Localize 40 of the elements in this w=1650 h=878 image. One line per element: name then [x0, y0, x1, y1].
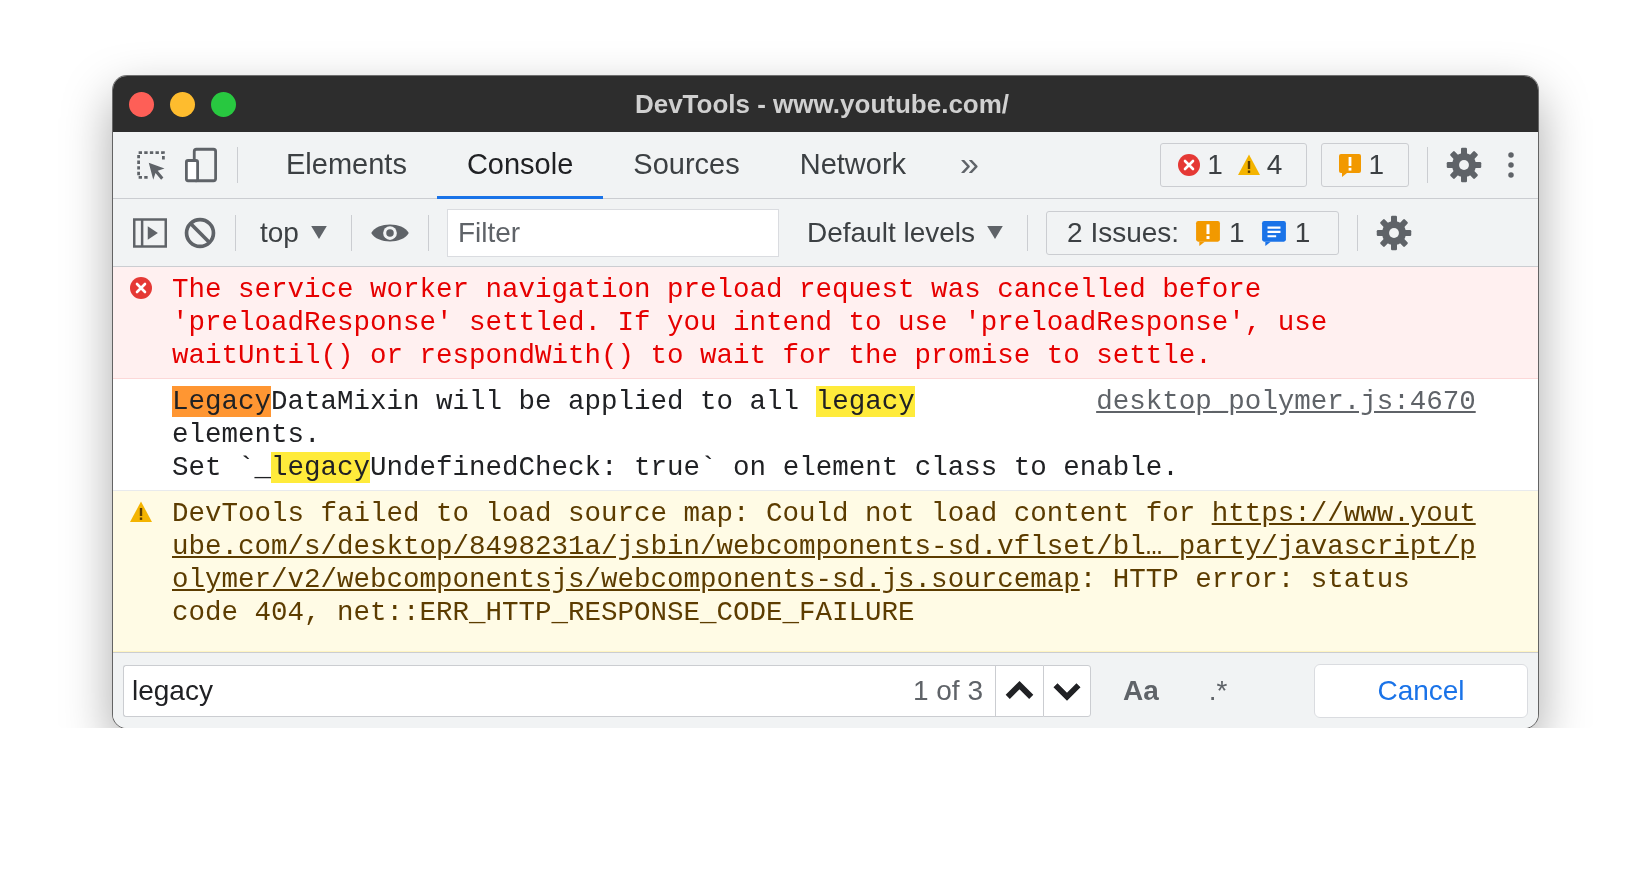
tab[interactable]: Network	[769, 132, 937, 199]
regex-button[interactable]: .*	[1190, 674, 1246, 707]
context-dropdown[interactable]: top	[254, 216, 333, 249]
close-button[interactable]	[129, 91, 154, 117]
log-levels-dropdown[interactable]: Default levels	[800, 216, 1010, 249]
cancel-button[interactable]: Cancel	[1314, 663, 1528, 718]
error-icon	[129, 276, 153, 300]
url-link[interactable]: ube.com/s/desktop/8498231a/jsbin/webcomponents-sd.vflset/bl…_party/javascript/p	[172, 531, 1476, 562]
settings-icon[interactable]	[1446, 147, 1482, 183]
search-field[interactable]: legacy	[123, 664, 901, 717]
minimize-button[interactable]	[170, 91, 195, 117]
issue-icon	[1338, 153, 1363, 177]
chevron-up-icon[interactable]	[995, 664, 1043, 717]
url-link[interactable]: olymer/v2/webcomponentsjs/webcomponents-sd.js.sourcemap	[172, 564, 1080, 595]
issues-button[interactable]: 2 Issues: 1 1	[1046, 210, 1340, 255]
issue-icon	[1195, 219, 1222, 246]
caret-icon	[310, 226, 327, 239]
error-icon	[1177, 153, 1202, 177]
caret-icon	[987, 226, 1004, 239]
source-link[interactable]: desktop_polymer.js:4670	[1096, 385, 1476, 418]
window-title: DevTools - www.youtube.com/	[633, 88, 1011, 120]
settings-icon[interactable]	[1376, 214, 1413, 251]
message-text: The service worker navigation preload request was cancelled before 'preloadResponse' settled. If you intend to use 'preloadResponse', use waitUntil() or respondWith() to wait for the promise to settle.	[172, 273, 1329, 372]
more-tabs-button[interactable]: »	[950, 143, 989, 187]
warning-icon	[1236, 153, 1261, 177]
message-text: DevTools failed to load source map: Could not load content for https://www.yout ube.com/s/desktop/8498231a/jsbin/webcomponents-sd.vflset/bl…_party/javascript/p olymer/v2/webcomponentsjs/webcomponents-sd.js.sourcemap: HTTP error: status code 404, net::ERR_HTTP_RESPONSE_CODE_FAILURE	[172, 497, 1476, 629]
tab[interactable]: Sources	[603, 132, 770, 199]
warning-icon	[129, 500, 153, 524]
url-link[interactable]: https://www.yout	[1211, 498, 1476, 529]
match-count: 1 of 3	[900, 664, 995, 717]
device-icon[interactable]	[183, 147, 219, 183]
filter-field[interactable]: Filter	[446, 208, 779, 257]
match-case-button[interactable]: Aa	[1105, 674, 1177, 707]
tab[interactable]: Elements	[256, 132, 437, 199]
issues-count-button[interactable]: 1	[1321, 143, 1409, 187]
message-icon	[1260, 219, 1287, 246]
clear-console-icon[interactable]	[183, 215, 217, 250]
zoom-button[interactable]	[211, 91, 236, 117]
message-counts-button[interactable]: 1 4	[1160, 143, 1308, 187]
chevron-down-icon[interactable]	[1043, 664, 1091, 717]
